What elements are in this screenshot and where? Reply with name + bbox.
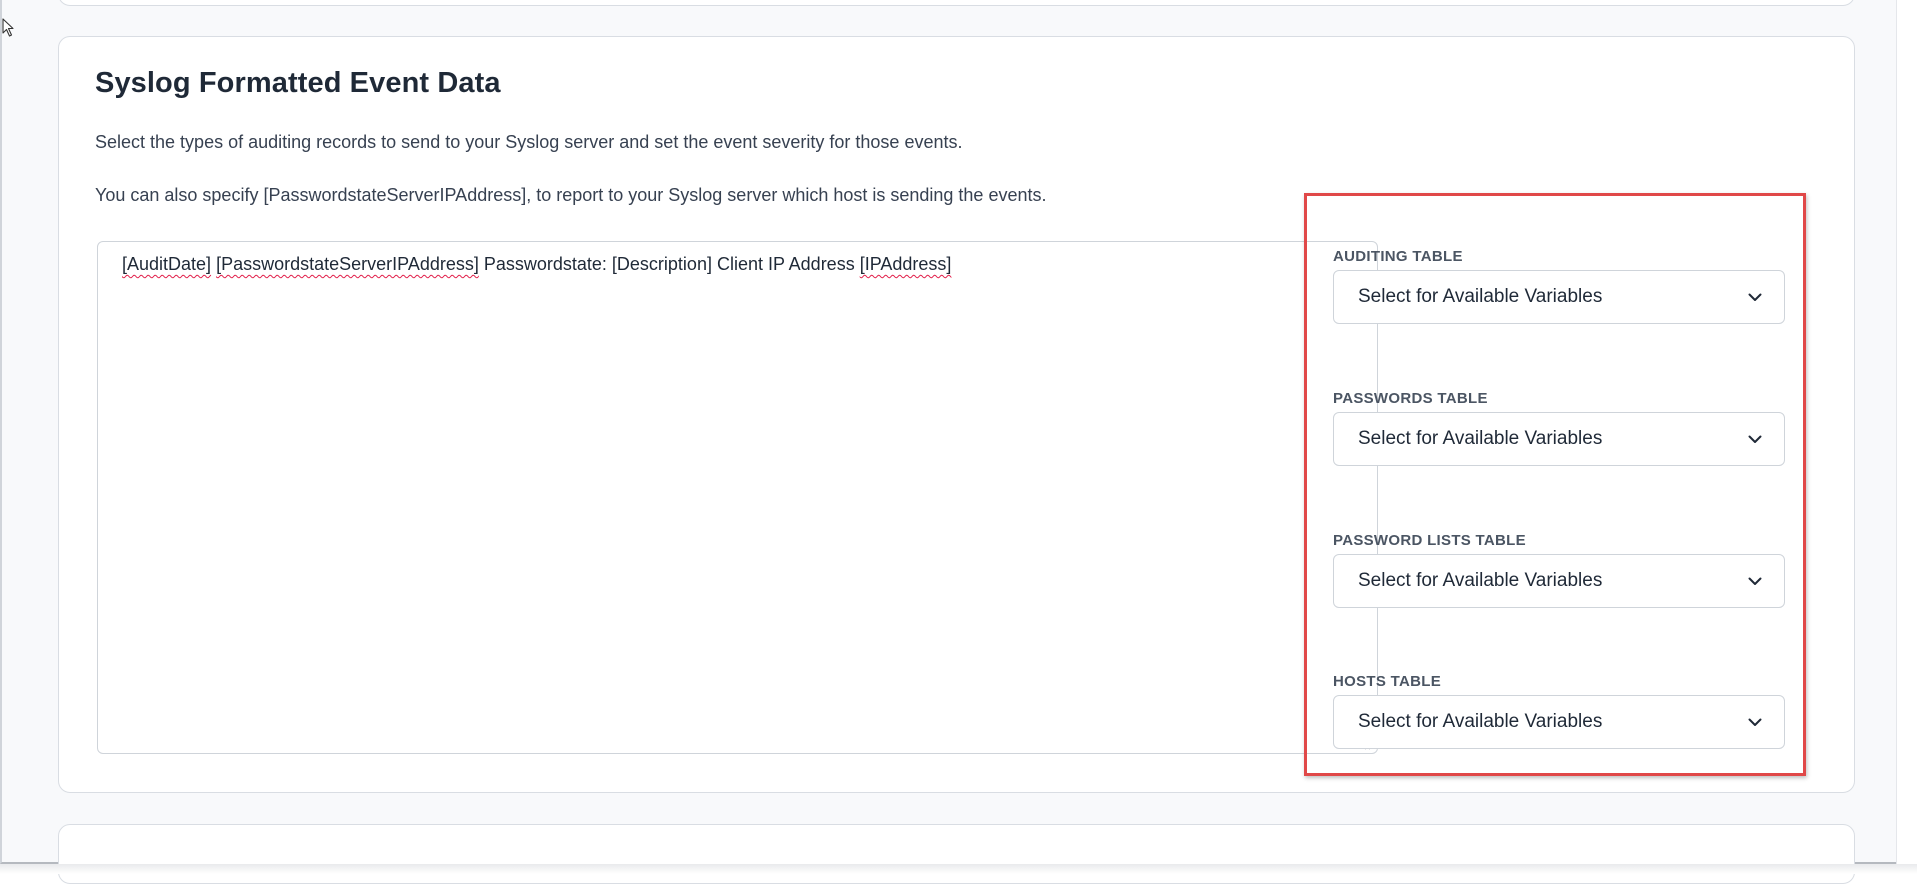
section-description: Select the types of auditing records to … [95, 132, 963, 152]
auditing-table-label: AUDITING TABLE [1333, 248, 1463, 265]
chevron-down-icon [1748, 718, 1762, 726]
section-hint: You can also specify [PasswordstateServe… [95, 185, 1047, 205]
mouse-pointer-icon [2, 18, 14, 37]
next-section-card [58, 824, 1855, 884]
hosts-table-label: HOSTS TABLE [1333, 673, 1442, 690]
template-token: [IPAddress] [859, 254, 952, 274]
template-token: [PasswordstateServerIPAddress] [216, 254, 479, 274]
syslog-template-textarea[interactable]: [AuditDate] [PasswordstateServerIPAddres… [97, 241, 1378, 754]
section-title: Syslog Formatted Event Data [95, 67, 501, 99]
screenshot-viewport: Syslog Formatted Event Data Select the t… [0, 0, 1917, 884]
page-scroll-gutter [1896, 0, 1917, 864]
hosts-table-selected: Select for Available Variables [1358, 711, 1603, 732]
screenshot-shadow [0, 864, 1917, 874]
template-text: [AuditDate] [PasswordstateServerIPAddres… [122, 254, 951, 274]
previous-section-card [58, 0, 1855, 6]
chevron-down-icon [1748, 577, 1762, 585]
chevron-down-icon [1748, 435, 1762, 443]
template-token: Passwordstate: [Description] Client IP A… [478, 254, 860, 274]
password-lists-table-select[interactable]: Select for Available Variables [1333, 554, 1785, 608]
chevron-down-icon [1748, 293, 1762, 301]
hosts-table-select[interactable]: Select for Available Variables [1333, 695, 1785, 749]
auditing-table-selected: Select for Available Variables [1358, 286, 1603, 307]
auditing-table-select[interactable]: Select for Available Variables [1333, 270, 1785, 324]
passwords-table-label: PASSWORDS TABLE [1333, 390, 1488, 407]
password-lists-table-label: PASSWORD LISTS TABLE [1333, 532, 1526, 549]
passwords-table-selected: Select for Available Variables [1358, 428, 1603, 449]
template-token: [AuditDate] [122, 254, 212, 274]
password-lists-table-selected: Select for Available Variables [1358, 570, 1603, 591]
passwords-table-select[interactable]: Select for Available Variables [1333, 412, 1785, 466]
